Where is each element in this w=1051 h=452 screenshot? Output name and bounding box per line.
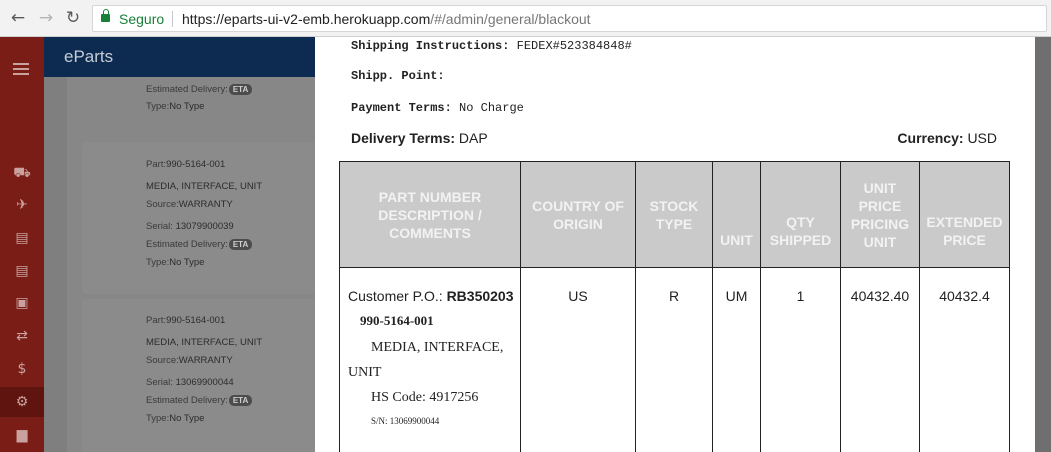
overlay-edge <box>1035 37 1051 452</box>
list-part: Part:990-5164-001 <box>146 315 226 326</box>
cell-country: US <box>520 267 636 452</box>
brand-logo[interactable]: eParts <box>64 47 113 67</box>
menu-icon[interactable] <box>13 63 29 78</box>
cell-extended-price: 40432.4 <box>919 267 1010 452</box>
list-serial: Serial: 13079900039 <box>146 221 234 232</box>
currency: Currency: USD <box>897 130 997 146</box>
list-description: MEDIA, INTERFACE, UNIT <box>146 181 263 192</box>
list-serial: Serial: 13069900044 <box>146 377 234 388</box>
address-divider <box>172 11 173 27</box>
secure-label: Seguro <box>119 11 165 27</box>
forward-arrow-icon[interactable]: → <box>36 8 56 28</box>
reload-icon[interactable]: ↻ <box>63 8 83 28</box>
truck-icon[interactable]: ⛟ <box>0 158 44 188</box>
shipping-instructions: Shipping Instructions: FEDEX#523384848# <box>351 39 632 53</box>
cogs-icon[interactable]: ⚙ <box>0 387 44 417</box>
back-arrow-icon[interactable]: ← <box>8 8 28 28</box>
cart-icon[interactable]: ▤ <box>0 223 44 253</box>
list-est-delivery: Estimated Delivery: ETA <box>146 239 253 250</box>
list-type: Type:No Type <box>146 101 205 112</box>
chart-icon[interactable]: ▆ <box>0 420 44 450</box>
url-path: /#/admin/general/blackout <box>430 11 591 27</box>
cell-stock-type: R <box>635 267 713 452</box>
table-row: Customer P.O.: RB350203 990-5164-001 MED… <box>339 267 1010 452</box>
description-line: UNIT <box>348 365 382 380</box>
description-line: MEDIA, INTERFACE, <box>371 340 504 355</box>
shipment-list: Estimated Delivery: ETA Type:No Type Part… <box>67 77 315 452</box>
delivery-terms: Delivery Terms: DAP <box>351 130 488 146</box>
col-unit: UNIT <box>712 161 761 268</box>
hs-code: HS Code: 4917256 <box>371 390 479 405</box>
list-description: MEDIA, INTERFACE, UNIT <box>146 337 263 348</box>
list-type: Type:No Type <box>146 257 205 268</box>
col-part-number: PART NUMBER DESCRIPTION / COMMENTS <box>339 161 521 268</box>
address-bar[interactable]: Seguro https://eparts-ui-v2-emb.herokuap… <box>92 5 1047 32</box>
eta-badge: ETA <box>228 84 253 95</box>
dollar-icon[interactable]: $ <box>0 354 44 384</box>
cell-unit: UM <box>712 267 761 452</box>
table-header-row: PART NUMBER DESCRIPTION / COMMENTS COUNT… <box>339 161 1010 268</box>
list-est-delivery: Estimated Delivery: ETA <box>146 84 253 95</box>
cell-part-description: Customer P.O.: RB350203 990-5164-001 MED… <box>339 267 521 452</box>
payment-terms: Payment Terms: No Charge <box>351 101 524 115</box>
side-rail: ⛟ ✈ ▤ ▤ ▣ ⇄ $ ⚙ ▆ <box>0 37 44 452</box>
list-source: Source:WARRANTY <box>146 199 233 210</box>
col-unit-price: UNIT PRICE PRICING UNIT <box>840 161 920 268</box>
eta-badge: ETA <box>228 395 253 406</box>
serial-number: S/N: 13069900044 <box>371 416 440 426</box>
parts-table: PART NUMBER DESCRIPTION / COMMENTS COUNT… <box>339 161 1010 452</box>
customer-po: Customer P.O.: RB350203 <box>348 288 514 304</box>
lock-icon <box>101 9 110 22</box>
exchange-icon[interactable]: ⇄ <box>0 321 44 351</box>
cell-qty: 1 <box>760 267 841 452</box>
col-extended-price: EXTENDED PRICE <box>919 161 1010 268</box>
list-type: Type:No Type <box>146 413 205 424</box>
col-stock-type: STOCK TYPE <box>635 161 713 268</box>
shipment-detail-modal: Shipping Instructions: FEDEX#523384848# … <box>315 37 1035 452</box>
document-icon[interactable]: ▤ <box>0 256 44 286</box>
eta-badge: ETA <box>228 239 253 250</box>
cell-unit-price: 40432.40 <box>840 267 920 452</box>
url-text[interactable]: https://eparts-ui-v2-emb.herokuapp.com/#… <box>182 11 591 27</box>
browser-toolbar: ← → ↻ Seguro https://eparts-ui-v2-emb.he… <box>0 0 1051 37</box>
url-host: https://eparts-ui-v2-emb.herokuapp.com <box>182 11 431 27</box>
shipp-point: Shipp. Point: <box>351 69 445 83</box>
part-number: 990-5164-001 <box>360 313 434 328</box>
delivery-terms-row: Delivery Terms: DAP Currency: USD <box>351 130 997 146</box>
list-source: Source:WARRANTY <box>146 355 233 366</box>
list-part: Part:990-5164-001 <box>146 159 226 170</box>
col-country-of-origin: COUNTRY OF ORIGIN <box>520 161 636 268</box>
list-est-delivery: Estimated Delivery: ETA <box>146 395 253 406</box>
plane-icon[interactable]: ✈ <box>0 190 44 220</box>
col-qty-shipped: QTY SHIPPED <box>760 161 841 268</box>
package-icon[interactable]: ▣ <box>0 288 44 318</box>
